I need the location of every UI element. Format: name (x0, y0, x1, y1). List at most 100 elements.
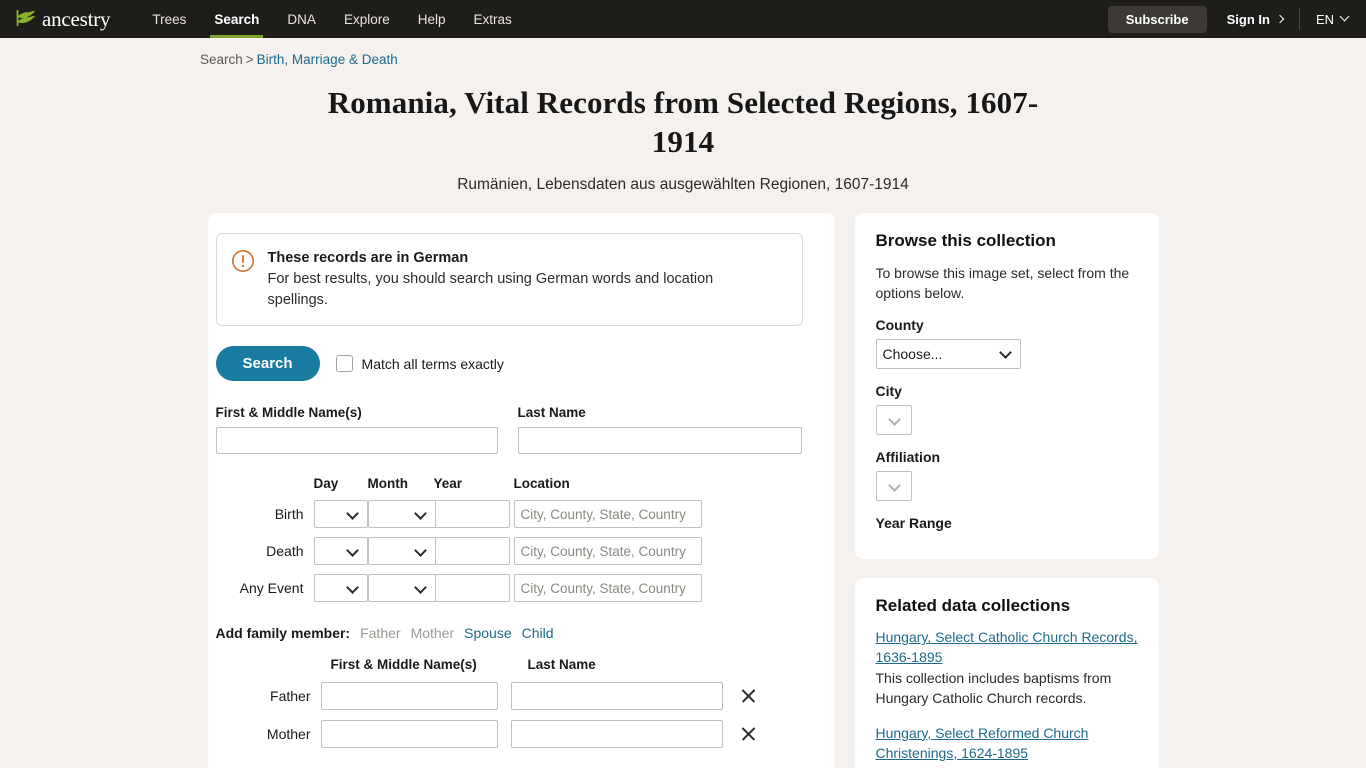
language-selector[interactable]: EN (1300, 11, 1352, 27)
alert-body: For best results, you should search usin… (267, 271, 714, 308)
death-day-select[interactable] (313, 537, 368, 566)
related-collection-item: Hungary, Select Catholic Church Records,… (876, 628, 1138, 709)
birth-year-input[interactable] (433, 500, 510, 529)
nav-item-search[interactable]: Search (200, 0, 273, 38)
breadcrumb-current[interactable]: Birth, Marriage & Death (257, 52, 398, 67)
death-month-select[interactable] (367, 537, 436, 566)
related-collection-link[interactable]: Hungary, Select Catholic Church Records,… (876, 628, 1138, 668)
ancestry-logo[interactable]: ancestry (8, 6, 116, 33)
year-range-label: Year Range (875, 515, 952, 532)
top-navigation-bar: ancestry Trees Search DNA Explore Help E… (0, 0, 1366, 38)
alert-text-group: These records are in German For best res… (268, 248, 748, 310)
birth-month-select[interactable] (367, 500, 436, 529)
search-actions-row: Search Match all terms exactly (215, 346, 813, 382)
browse-collection-card: Browse this collection To browse this im… (854, 212, 1159, 560)
subscribe-button[interactable]: Subscribe (1107, 5, 1207, 33)
birth-month-wrapper (367, 500, 436, 529)
related-collection-link[interactable]: Hungary, Select Reformed Church Christen… (876, 724, 1138, 764)
match-exact-checkbox[interactable] (335, 355, 353, 373)
related-collection-item: Hungary, Select Reformed Church Christen… (876, 724, 1138, 764)
page-header: Romania, Vital Records from Selected Reg… (0, 83, 1366, 194)
death-location-input[interactable] (513, 537, 702, 566)
family-row-mother: Mother (216, 720, 813, 749)
city-select-wrapper (875, 405, 912, 436)
family-members-table: First & Middle Name(s) Last Name Father … (216, 657, 813, 749)
event-row-birth: Birth (216, 500, 813, 529)
affiliation-select-wrapper (875, 471, 912, 502)
breadcrumb-root[interactable]: Search (200, 52, 243, 67)
county-label: County (875, 317, 924, 334)
first-name-group: First & Middle Name(s) (215, 405, 498, 455)
chevron-right-icon (1275, 14, 1285, 24)
remove-father-close-icon[interactable] (738, 685, 760, 707)
birth-day-wrapper (313, 500, 368, 529)
search-button[interactable]: Search (215, 346, 320, 382)
nav-item-dna[interactable]: DNA (273, 0, 330, 38)
exclamation-circle-icon (231, 249, 255, 310)
death-year-input[interactable] (433, 537, 510, 566)
first-name-input[interactable] (215, 427, 498, 455)
family-table-header: First & Middle Name(s) Last Name (216, 657, 813, 672)
mother-first-name-input[interactable] (320, 720, 498, 749)
add-family-child[interactable]: Child (522, 625, 554, 641)
city-select[interactable] (875, 405, 912, 436)
county-select-wrapper: Choose... (875, 339, 1021, 370)
related-collections-title: Related data collections (875, 596, 1071, 616)
father-last-name-input[interactable] (510, 682, 723, 711)
county-select[interactable]: Choose... (875, 339, 1021, 370)
add-family-spouse[interactable]: Spouse (464, 625, 511, 641)
nav-item-help[interactable]: Help (404, 0, 460, 38)
any-event-year-input[interactable] (433, 574, 510, 603)
family-label-father: Father (270, 688, 311, 705)
german-records-alert: These records are in German For best res… (215, 232, 803, 327)
add-family-member-row: Add family member: Father Mother Spouse … (216, 625, 813, 641)
logo-wordmark: ancestry (42, 6, 111, 31)
event-label-any-event: Any Event (239, 580, 304, 597)
any-event-day-wrapper (313, 574, 368, 603)
breadcrumb: Search > Birth, Marriage & Death (0, 38, 1366, 67)
sign-in-label: Sign In (1226, 11, 1270, 27)
city-label: City (875, 383, 902, 400)
event-row-any-event: Any Event (216, 574, 813, 603)
family-column-header-last: Last Name (527, 657, 596, 673)
last-name-group: Last Name (517, 405, 802, 455)
event-row-death: Death (216, 537, 813, 566)
nav-item-trees[interactable]: Trees (138, 0, 200, 38)
nav-right-group: Subscribe Sign In EN (1107, 0, 1352, 38)
birth-location-input[interactable] (513, 500, 702, 529)
any-event-location-input[interactable] (513, 574, 702, 603)
language-label: EN (1315, 11, 1334, 27)
nav-item-explore[interactable]: Explore (330, 0, 404, 38)
primary-name-fields: First & Middle Name(s) Last Name (215, 405, 813, 455)
remove-mother-close-icon[interactable] (738, 723, 760, 745)
sign-in-button[interactable]: Sign In (1207, 12, 1299, 27)
first-name-label: First & Middle Name(s) (215, 405, 362, 421)
any-event-month-select[interactable] (367, 574, 436, 603)
match-exact-label: Match all terms exactly (361, 355, 504, 372)
last-name-label: Last Name (517, 405, 586, 421)
search-form-card: These records are in German For best res… (207, 212, 835, 768)
event-label-death: Death (266, 543, 304, 560)
nav-item-extras[interactable]: Extras (459, 0, 525, 38)
family-header-spacer (216, 657, 331, 672)
birth-day-select[interactable] (313, 500, 368, 529)
chevron-down-icon (1339, 11, 1350, 21)
main-nav-items: Trees Search DNA Explore Help Extras (138, 0, 525, 38)
breadcrumb-separator: > (245, 52, 254, 67)
any-event-day-select[interactable] (313, 574, 368, 603)
affiliation-select[interactable] (875, 471, 912, 502)
event-label-birth: Birth (274, 506, 304, 523)
father-first-name-input[interactable] (320, 682, 498, 711)
add-family-father: Father (360, 625, 401, 642)
page-title: Romania, Vital Records from Selected Reg… (327, 85, 1039, 160)
column-header-year: Year (433, 476, 463, 492)
alert-title: These records are in German (267, 249, 469, 266)
last-name-input[interactable] (517, 427, 802, 455)
mother-last-name-input[interactable] (510, 720, 723, 749)
match-exact-checkbox-wrapper[interactable]: Match all terms exactly (335, 355, 504, 373)
event-search-table: Day Month Year Location Birth Death (216, 476, 813, 603)
death-day-wrapper (313, 537, 368, 566)
sidebar: Browse this collection To browse this im… (854, 212, 1159, 768)
add-family-mother: Mother (410, 625, 455, 642)
browse-collection-intro: To browse this image set, select from th… (875, 264, 1130, 302)
